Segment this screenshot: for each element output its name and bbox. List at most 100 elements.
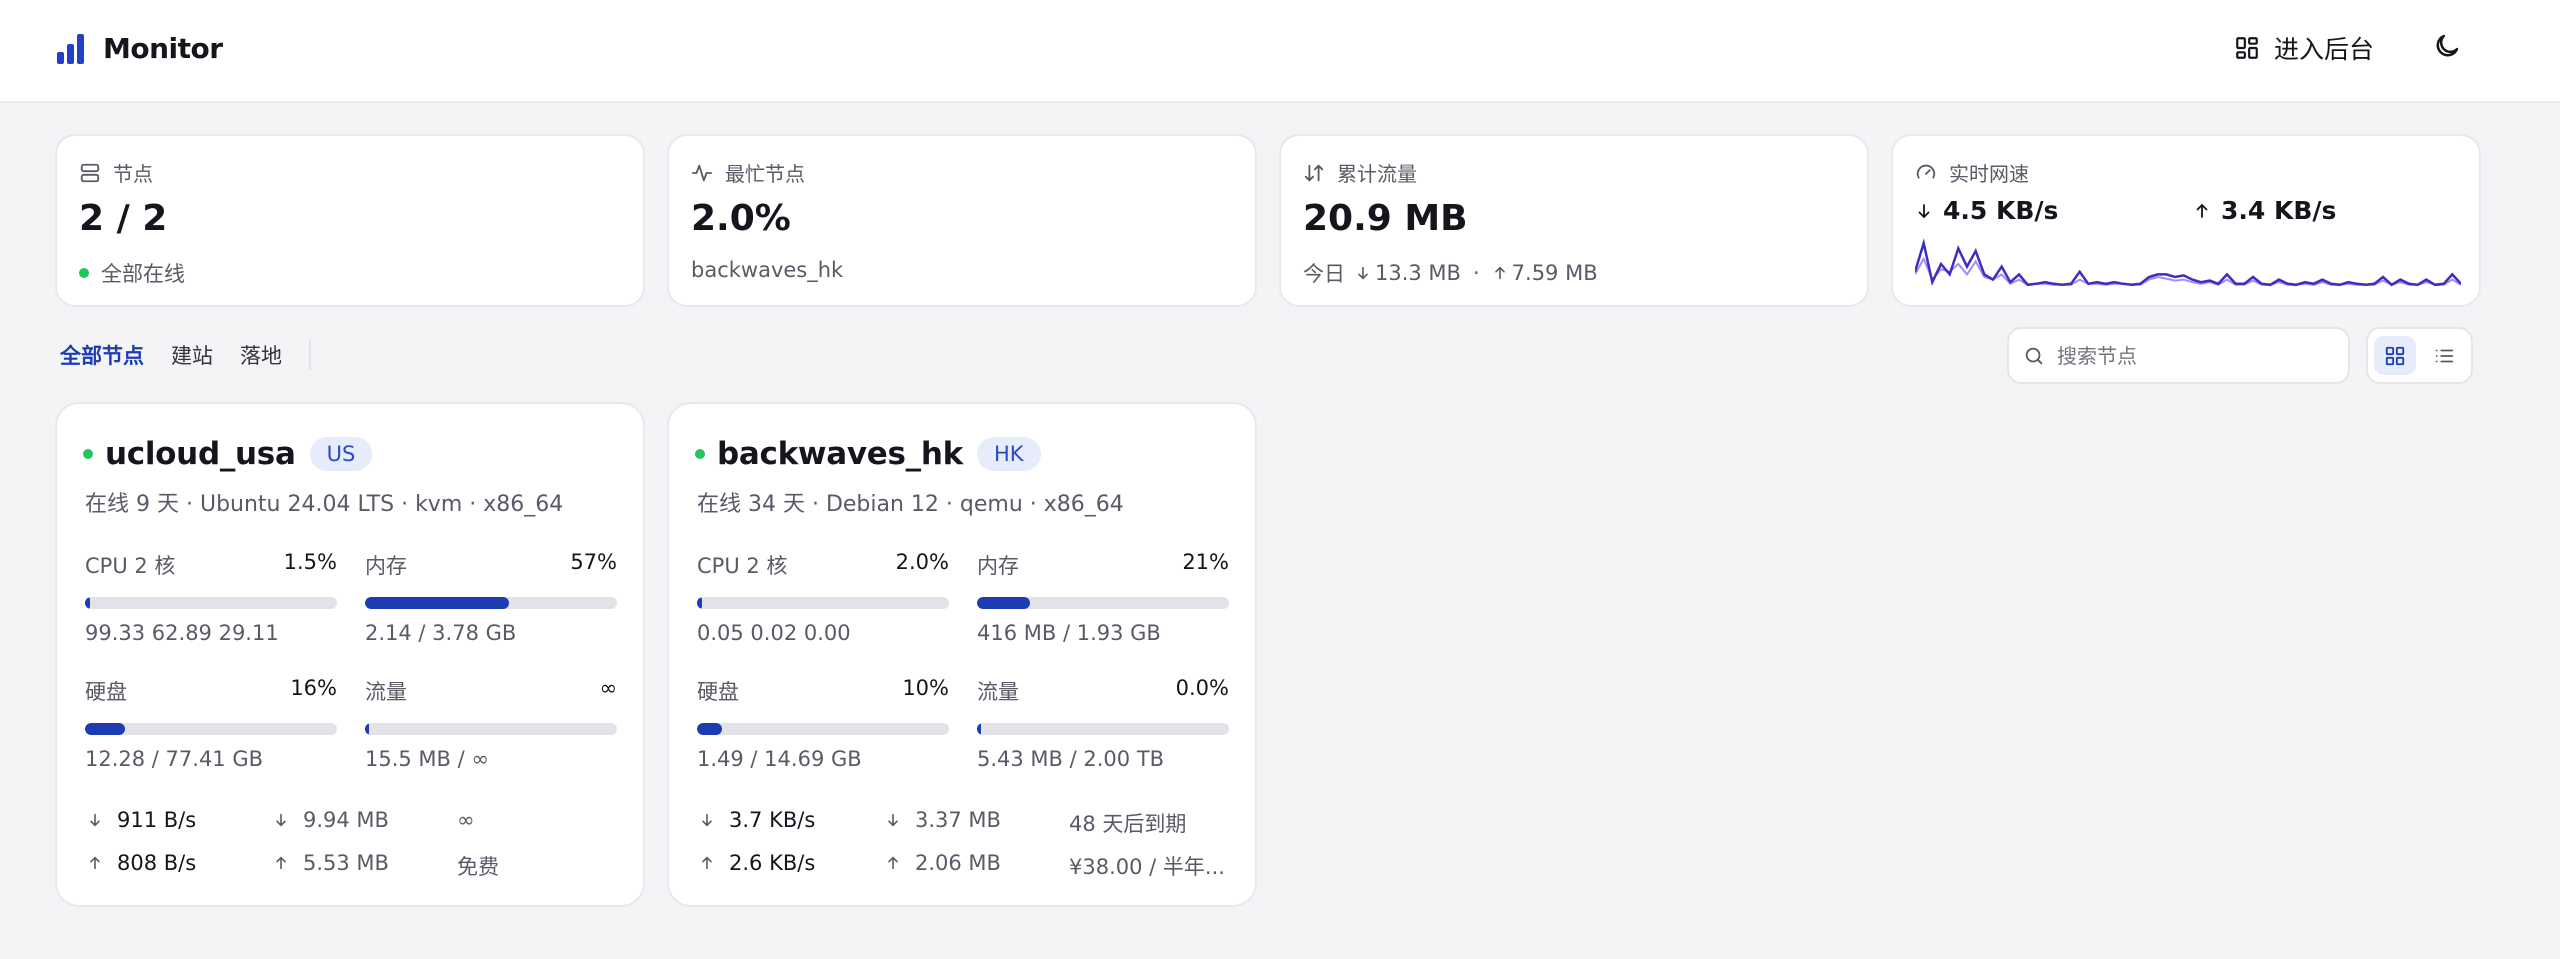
metric-label: 硬盘 xyxy=(697,680,739,704)
brand[interactable]: Monitor xyxy=(57,32,223,65)
arrow-down-icon xyxy=(888,813,898,827)
metric-sub: 99.33 62.89 29.11 xyxy=(85,621,279,645)
memory-metric: 内存 21% 416 MB / 1.93 GB xyxy=(977,550,1229,645)
admin-button[interactable]: 进入后台 xyxy=(2234,30,2374,66)
progress-bar xyxy=(697,723,949,735)
metric-label: 流量 xyxy=(365,680,407,704)
net-down-value: 911 B/s xyxy=(117,808,197,832)
stat-label: 最忙节点 xyxy=(725,162,805,186)
metric-percent: 21% xyxy=(1182,550,1229,574)
admin-button-label: 进入后台 xyxy=(2274,35,2375,64)
region-badge: HK xyxy=(976,437,1041,471)
view-toggle xyxy=(2366,327,2473,384)
metric-sub: 15.5 MB / ∞ xyxy=(365,747,489,771)
total-traffic-up: 5.53 MB xyxy=(273,851,389,875)
total-up-value: 5.53 MB xyxy=(303,851,389,875)
search-input[interactable] xyxy=(2057,343,2327,368)
progress-fill xyxy=(977,723,981,735)
search-box[interactable] xyxy=(2007,327,2350,384)
metric-sub: 1.49 / 14.69 GB xyxy=(697,747,862,771)
memory-metric: 内存 57% 2.14 / 3.78 GB xyxy=(365,550,617,645)
arrow-down-icon xyxy=(702,813,712,827)
arrows-up-down-icon xyxy=(1304,164,1324,181)
divider xyxy=(309,340,311,370)
stat-value: 20.9 MB xyxy=(1303,198,1468,239)
stat-value: 2 / 2 xyxy=(79,198,168,239)
region-badge: US xyxy=(309,437,373,471)
node-name: ucloud_usa xyxy=(105,436,296,472)
stat-card-nodes: 节点 2 / 2 全部在线 xyxy=(55,134,645,307)
metric-label: CPU 2 核 xyxy=(697,554,788,578)
search-icon xyxy=(2025,347,2043,364)
metric-percent: 2.0% xyxy=(895,550,949,574)
stat-label: 实时网速 xyxy=(1949,162,2029,186)
net-speed-down: 3.7 KB/s xyxy=(699,808,815,832)
progress-fill xyxy=(365,723,369,735)
traffic-metric: 流量 ∞ 15.5 MB / ∞ xyxy=(365,676,617,771)
price-info: ¥38.00 / 半年... xyxy=(1069,855,1225,879)
dashboard-icon xyxy=(2236,37,2258,59)
total-traffic-up: 2.06 MB xyxy=(885,851,1001,875)
total-up-value: 2.06 MB xyxy=(915,851,1001,875)
metric-sub: 2.14 / 3.78 GB xyxy=(365,621,517,645)
online-dot-icon xyxy=(83,449,93,459)
progress-fill xyxy=(85,723,126,735)
arrow-down-icon xyxy=(90,813,100,827)
stat-sub: 全部在线 xyxy=(79,258,185,288)
filter-all-nodes[interactable]: 全部节点 xyxy=(60,340,144,370)
progress-bar xyxy=(365,597,617,609)
arrow-down-icon xyxy=(276,813,286,827)
separator-dot: · xyxy=(1472,261,1480,285)
arrow-up-icon xyxy=(702,856,712,870)
progress-fill xyxy=(697,597,703,609)
arrow-up-icon xyxy=(276,856,286,870)
cpu-metric: CPU 2 核 2.0% 0.05 0.02 0.00 xyxy=(697,550,949,645)
sparkline-down-series xyxy=(1915,238,2461,287)
arrow-down-icon xyxy=(1358,266,1368,280)
metric-label: 内存 xyxy=(365,554,407,578)
bar-chart-logo-icon xyxy=(57,33,85,64)
node-meta: 在线 9 天 · Ubuntu 24.04 LTS · kvm · x86_64 xyxy=(85,492,564,517)
metric-label: CPU 2 核 xyxy=(85,554,176,578)
realtime-up-value: 3.4 KB/s xyxy=(2221,196,2337,225)
net-speed-up: 2.6 KB/s xyxy=(699,851,815,875)
activity-icon xyxy=(691,164,713,181)
progress-fill xyxy=(365,597,509,609)
metric-percent: 1.5% xyxy=(283,550,337,574)
list-view-button[interactable] xyxy=(2423,336,2465,375)
arrow-up-icon xyxy=(888,856,898,870)
metric-sub: 0.05 0.02 0.00 xyxy=(697,621,851,645)
metric-sub: 416 MB / 1.93 GB xyxy=(977,621,1161,645)
progress-bar xyxy=(977,597,1229,609)
online-dot-icon xyxy=(79,268,89,278)
stat-card-traffic: 累计流量 20.9 MB 今日 13.3 MB · 7.59 MB xyxy=(1279,134,1869,307)
all-online-text: 全部在线 xyxy=(101,262,185,286)
cpu-metric: CPU 2 核 1.5% 99.33 62.89 29.11 xyxy=(85,550,337,645)
metric-percent: 57% xyxy=(570,550,617,574)
filter-build-site[interactable]: 建站 xyxy=(171,340,213,370)
progress-bar xyxy=(977,723,1229,735)
today-up: 7.59 MB xyxy=(1511,261,1598,285)
today-label: 今日 xyxy=(1303,262,1345,286)
realtime-sparkline xyxy=(1915,238,2461,287)
expire-info: 48 天后到期 xyxy=(1069,812,1187,836)
expire-info: ∞ xyxy=(457,808,475,832)
node-card[interactable]: ucloud_usa US 在线 9 天 · Ubuntu 24.04 LTS … xyxy=(55,402,645,907)
net-speed-up: 808 B/s xyxy=(87,851,196,875)
grid-view-button[interactable] xyxy=(2374,336,2416,375)
progress-fill xyxy=(697,723,723,735)
realtime-down: 4.5 KB/s xyxy=(1915,196,2058,225)
app-name: Monitor xyxy=(103,32,223,65)
net-speed-down: 911 B/s xyxy=(87,808,196,832)
traffic-metric: 流量 0.0% 5.43 MB / 2.00 TB xyxy=(977,676,1229,771)
stat-label: 节点 xyxy=(113,162,153,186)
gauge-icon xyxy=(1916,164,1936,178)
metric-label: 流量 xyxy=(977,680,1019,704)
total-down-value: 9.94 MB xyxy=(303,808,389,832)
node-card[interactable]: backwaves_hk HK 在线 34 天 · Debian 12 · qe… xyxy=(667,402,1257,907)
disk-metric: 硬盘 10% 1.49 / 14.69 GB xyxy=(697,676,949,771)
metric-label: 内存 xyxy=(977,554,1019,578)
filter-landing[interactable]: 落地 xyxy=(240,340,282,370)
realtime-up: 3.4 KB/s xyxy=(2193,196,2336,225)
theme-toggle-button[interactable] xyxy=(2432,31,2464,63)
